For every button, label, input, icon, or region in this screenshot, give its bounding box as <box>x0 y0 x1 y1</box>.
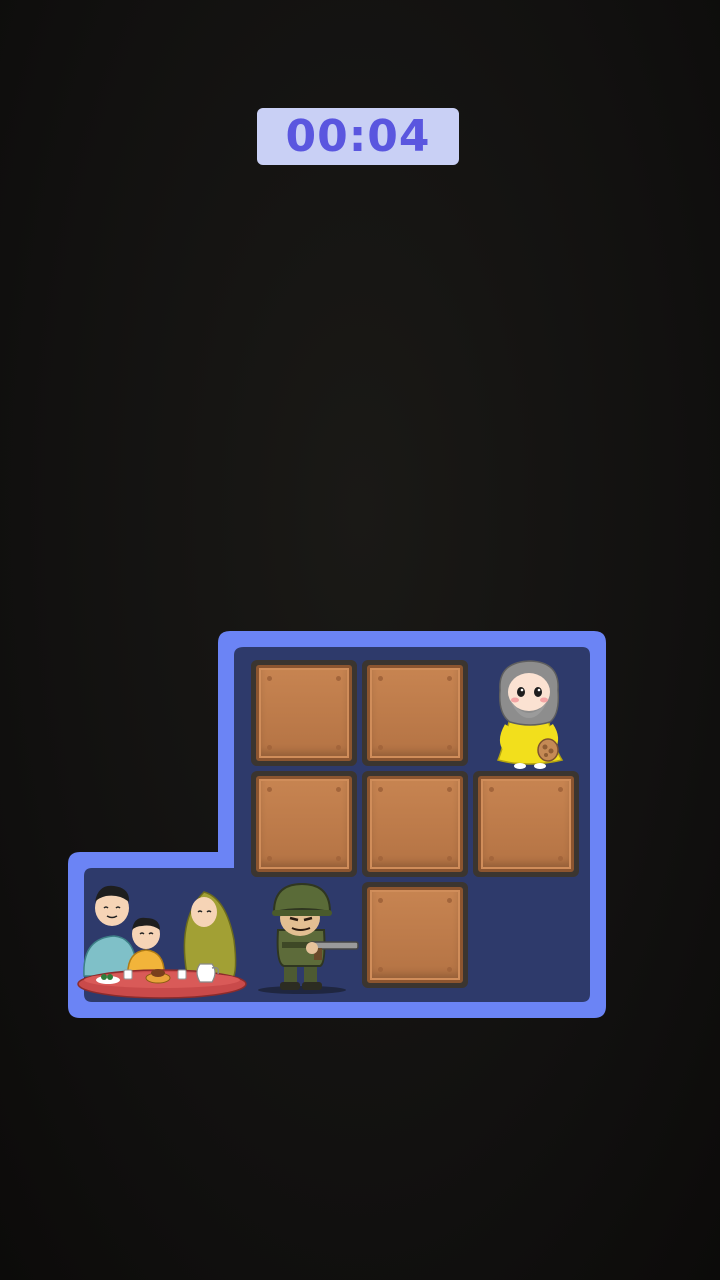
grandmother-character[interactable] <box>488 656 572 772</box>
crate-tile-r1-c0[interactable] <box>251 771 357 877</box>
crate-tile-r0-c0[interactable] <box>251 660 357 766</box>
crate-tile-r1-c1[interactable] <box>362 771 468 877</box>
soldier-character[interactable] <box>254 878 364 996</box>
puzzle-board <box>68 631 606 1018</box>
crate-tile-r0-c1[interactable] <box>362 660 468 766</box>
family-dinner-scene <box>77 885 247 999</box>
crate-tile-r1-c2[interactable] <box>473 771 579 877</box>
crate-tile-r2-c1[interactable] <box>362 882 468 988</box>
